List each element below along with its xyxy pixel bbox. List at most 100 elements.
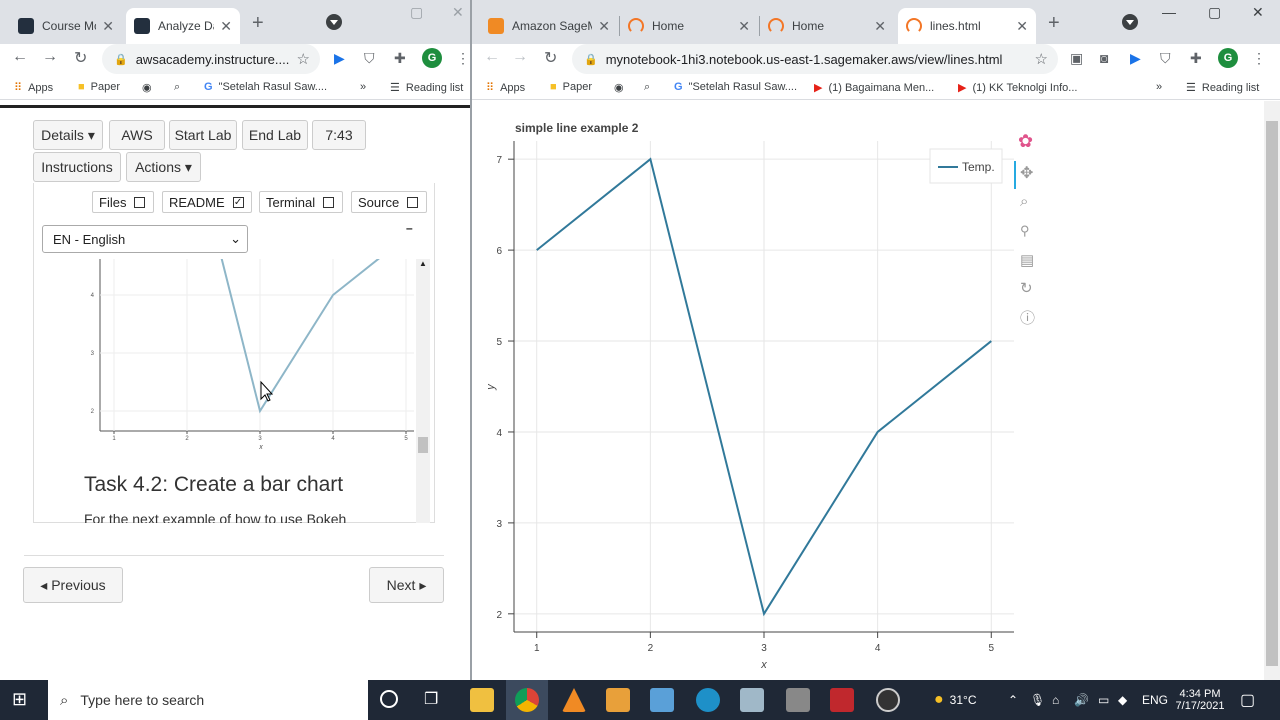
bookmark-star-icon[interactable]: ☆ [297, 50, 310, 68]
source-checkbox[interactable] [407, 196, 419, 208]
pan-tool-icon[interactable]: ✥ [1020, 163, 1033, 183]
restore-icon[interactable]: ▢ [410, 4, 423, 21]
readme-toggle[interactable]: README ✓ [162, 191, 252, 213]
network-icon[interactable]: ⌂ [1052, 680, 1059, 720]
taskbar-search-box[interactable]: ⌕ Type here to search [48, 680, 368, 720]
terminal-toggle[interactable]: Terminal [259, 191, 343, 213]
bookmark-apps[interactable]: ⠿ Apps [486, 81, 525, 95]
aws-button[interactable]: AWS [109, 120, 165, 150]
more-bookmarks-icon[interactable]: » [360, 81, 366, 93]
tab-search-icon[interactable] [326, 14, 342, 30]
microphone-icon[interactable]: 🎙 [1030, 680, 1045, 720]
actions-button[interactable]: Actions ▾ [126, 152, 201, 182]
task-view-icon[interactable]: ❐ [424, 689, 438, 709]
readme-checkbox[interactable]: ✓ [232, 196, 244, 208]
forward-icon[interactable]: → [42, 48, 58, 66]
file-explorer-icon[interactable] [470, 688, 494, 712]
close-icon[interactable]: ✕ [738, 18, 750, 35]
extension-shield-icon[interactable]: ⛉ [1160, 50, 1171, 67]
instructions-button[interactable]: Instructions [33, 152, 121, 182]
bookmark-paper[interactable]: ■ Paper [550, 81, 592, 93]
address-bar[interactable]: 🔒 mynotebook-1hi3.notebook.us-east-1.sag… [572, 44, 1058, 74]
previous-button[interactable]: ◂ Previous [23, 567, 123, 603]
wheel-zoom-tool-icon[interactable]: ⚲ [1020, 223, 1030, 239]
page-scrollbar-thumb[interactable] [1266, 121, 1278, 666]
notes-app-icon[interactable] [650, 688, 674, 712]
obs-icon[interactable] [876, 688, 900, 712]
new-tab-icon[interactable]: + [252, 12, 264, 35]
cortana-icon[interactable] [380, 690, 398, 708]
language-select[interactable]: EN - English ⌄ [42, 225, 248, 253]
bookmark-setelah[interactable]: G "Setelah Rasul Saw.... [204, 81, 327, 93]
tray-expand-icon[interactable]: ⌃ [1008, 680, 1018, 720]
dropbox-icon[interactable]: ◆ [1118, 680, 1127, 720]
reading-list[interactable]: ☰ Reading list [1186, 81, 1259, 95]
address-bar[interactable]: 🔒 awsacademy.instructure.... ☆ [102, 44, 320, 74]
windows-start-icon[interactable]: ⊞ [12, 689, 27, 710]
extension-play-icon[interactable]: ▶ [1130, 50, 1141, 67]
source-toggle[interactable]: Source [351, 191, 427, 213]
chrome-taskbar-active[interactable] [506, 680, 548, 720]
bookmark-star-icon[interactable]: ☆ [1035, 50, 1048, 68]
menu-icon[interactable]: ⋮ [456, 50, 470, 67]
tab-sagemaker[interactable]: Amazon SageM ✕ [480, 8, 618, 44]
close-icon[interactable]: ✕ [220, 18, 232, 35]
tab-search-icon[interactable] [1122, 14, 1138, 30]
bookmark-kk-teknologi[interactable]: ▶ (1) KK Teknolgi Info... [958, 81, 1077, 95]
reset-tool-icon[interactable]: ↻ [1020, 279, 1033, 297]
minimize-icon[interactable]: – [406, 221, 413, 235]
box-zoom-tool-icon[interactable]: ⌕ [1020, 193, 1028, 210]
tab-home-2[interactable]: Home ✕ [760, 8, 894, 44]
tab-analyze[interactable]: Analyze Da ✕ [126, 8, 240, 44]
maximize-window-icon[interactable]: ▢ [1208, 4, 1221, 21]
battery-icon[interactable]: ▭ [1098, 680, 1109, 720]
notification-icon[interactable]: ▢ [1240, 680, 1255, 720]
terminal-checkbox[interactable] [323, 196, 335, 208]
more-bookmarks-icon[interactable]: » [1156, 81, 1162, 93]
bookmark-search[interactable]: ⌕ [174, 81, 186, 94]
bookmark-paper[interactable]: ■ Paper [78, 81, 120, 93]
weather-widget[interactable]: ● 31°C [934, 680, 976, 720]
app-pen-icon[interactable] [606, 688, 630, 712]
files-checkbox[interactable] [134, 196, 146, 208]
close-icon[interactable]: ✕ [1016, 18, 1028, 35]
shield-app-icon[interactable] [786, 688, 810, 712]
profile-avatar[interactable]: G [422, 48, 442, 68]
chart-legend[interactable]: Temp. [929, 148, 1003, 184]
close-window-icon[interactable]: ✕ [452, 4, 464, 21]
edge-icon[interactable] [696, 688, 720, 712]
page-scrollbar[interactable] [1264, 101, 1280, 680]
reading-list[interactable]: ☰ Reading list [390, 81, 463, 95]
extension-window-icon[interactable]: ▣ [1070, 50, 1083, 67]
extension-play-icon[interactable]: ▶ [334, 50, 345, 67]
start-lab-button[interactable]: Start Lab [169, 120, 237, 150]
profile-avatar[interactable]: G [1218, 48, 1238, 68]
volume-icon[interactable]: 🔊 [1074, 680, 1089, 720]
save-tool-icon[interactable]: ▤ [1020, 251, 1034, 269]
close-window-icon[interactable]: ✕ [1252, 4, 1264, 21]
bookmark-search[interactable]: ⌕ [644, 81, 656, 94]
minimize-window-icon[interactable]: — [1162, 4, 1176, 20]
bookmark-apps[interactable]: ⠿ Apps [14, 81, 53, 95]
end-lab-button[interactable]: End Lab [242, 120, 308, 150]
extension-shield-icon[interactable]: ⛉ [364, 50, 375, 67]
scroll-up-icon[interactable]: ▲ [419, 259, 427, 268]
close-icon[interactable]: ✕ [598, 18, 610, 35]
bookmark-globe[interactable]: ◉ [614, 81, 630, 94]
voice-app-icon[interactable] [830, 688, 854, 712]
reload-icon[interactable]: ↻ [544, 48, 557, 68]
readme-scrollbar[interactable]: ▲ [416, 259, 430, 523]
language-indicator[interactable]: ENG [1142, 680, 1168, 720]
clock[interactable]: 4:34 PM 7/17/2021 [1172, 680, 1228, 720]
new-tab-icon[interactable]: + [1048, 12, 1060, 35]
menu-icon[interactable]: ⋮ [1252, 50, 1266, 67]
bokeh-logo-icon[interactable]: ✿ [1018, 131, 1033, 152]
tab-lines-html[interactable]: lines.html ✕ [898, 8, 1036, 44]
close-icon[interactable]: ✕ [874, 18, 886, 35]
close-icon[interactable]: ✕ [102, 18, 114, 35]
files-toggle[interactable]: Files [92, 191, 154, 213]
back-icon[interactable]: ← [484, 48, 500, 66]
bookmark-globe[interactable]: ◉ [142, 81, 158, 94]
bookmark-setelah[interactable]: G "Setelah Rasul Saw.... [674, 81, 797, 93]
forward-icon[interactable]: → [512, 48, 528, 66]
